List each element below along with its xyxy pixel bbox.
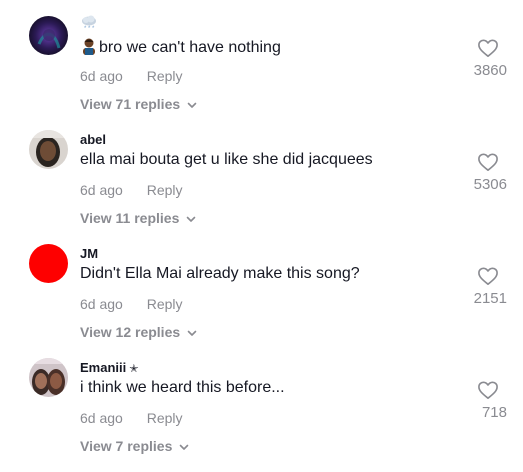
avatar[interactable]	[29, 244, 68, 283]
username[interactable]: Emaniii ✭	[80, 360, 138, 375]
view-replies-button[interactable]: View 11 replies	[80, 210, 197, 226]
timestamp: 6d ago	[80, 68, 123, 84]
comment-text: ella mai bouta get u like she did jacque…	[80, 151, 373, 168]
view-replies-label: View 11 replies	[80, 210, 180, 226]
snow-cloud-emoji-icon: * * *	[80, 14, 98, 37]
heart-outline-icon	[478, 381, 498, 399]
view-replies-label: View 12 replies	[80, 324, 181, 340]
heart-outline-icon	[478, 153, 498, 171]
comment-text: bro we can't have nothing	[80, 37, 281, 60]
reply-button[interactable]: Reply	[147, 182, 183, 198]
view-replies-button[interactable]: View 7 replies	[80, 438, 190, 454]
avatar[interactable]	[29, 130, 68, 169]
chevron-down-icon	[187, 330, 197, 337]
timestamp: 6d ago	[80, 296, 123, 312]
comment-text: i think we heard this before...	[80, 379, 285, 396]
username[interactable]: abel	[80, 132, 106, 147]
comment-item: * * * bro we can't have nothing 6d ago R…	[0, 14, 523, 130]
timestamp: 6d ago	[80, 182, 123, 198]
like-count: 3860	[473, 62, 507, 79]
like-count: 2151	[473, 290, 507, 307]
comment-meta: 6d ago Reply	[80, 296, 183, 312]
reply-button[interactable]: Reply	[147, 410, 183, 426]
view-replies-label: View 7 replies	[80, 438, 173, 454]
comment-item: abel ella mai bouta get u like she did j…	[0, 130, 523, 244]
avatar[interactable]	[29, 358, 68, 397]
chevron-down-icon	[186, 216, 196, 223]
star-icon: ✭	[129, 363, 139, 375]
comment-item: JM Didn't Ella Mai already make this son…	[0, 244, 523, 358]
username[interactable]: JM	[80, 246, 98, 261]
reply-button[interactable]: Reply	[147, 68, 183, 84]
view-replies-button[interactable]: View 71 replies	[80, 96, 198, 112]
view-replies-button[interactable]: View 12 replies	[80, 324, 198, 340]
comment-meta: 6d ago Reply	[80, 410, 183, 426]
comment-text: Didn't Ella Mai already make this song?	[80, 265, 360, 282]
view-replies-label: View 71 replies	[80, 96, 181, 112]
heart-outline-icon	[478, 267, 498, 285]
comment-item: Emaniii ✭ i think we heard this before...…	[0, 358, 523, 472]
timestamp: 6d ago	[80, 410, 123, 426]
heart-outline-icon	[478, 39, 498, 57]
avatar[interactable]	[29, 16, 68, 55]
svg-text:* * *: * * *	[84, 26, 95, 32]
person-emoji-icon	[80, 37, 98, 60]
comment-meta: 6d ago Reply	[80, 182, 183, 198]
reply-button[interactable]: Reply	[147, 296, 183, 312]
like-count: 718	[481, 404, 507, 421]
chevron-down-icon	[187, 102, 197, 109]
chevron-down-icon	[179, 444, 189, 451]
comment-meta: 6d ago Reply	[80, 68, 183, 84]
like-count: 5306	[473, 176, 507, 193]
